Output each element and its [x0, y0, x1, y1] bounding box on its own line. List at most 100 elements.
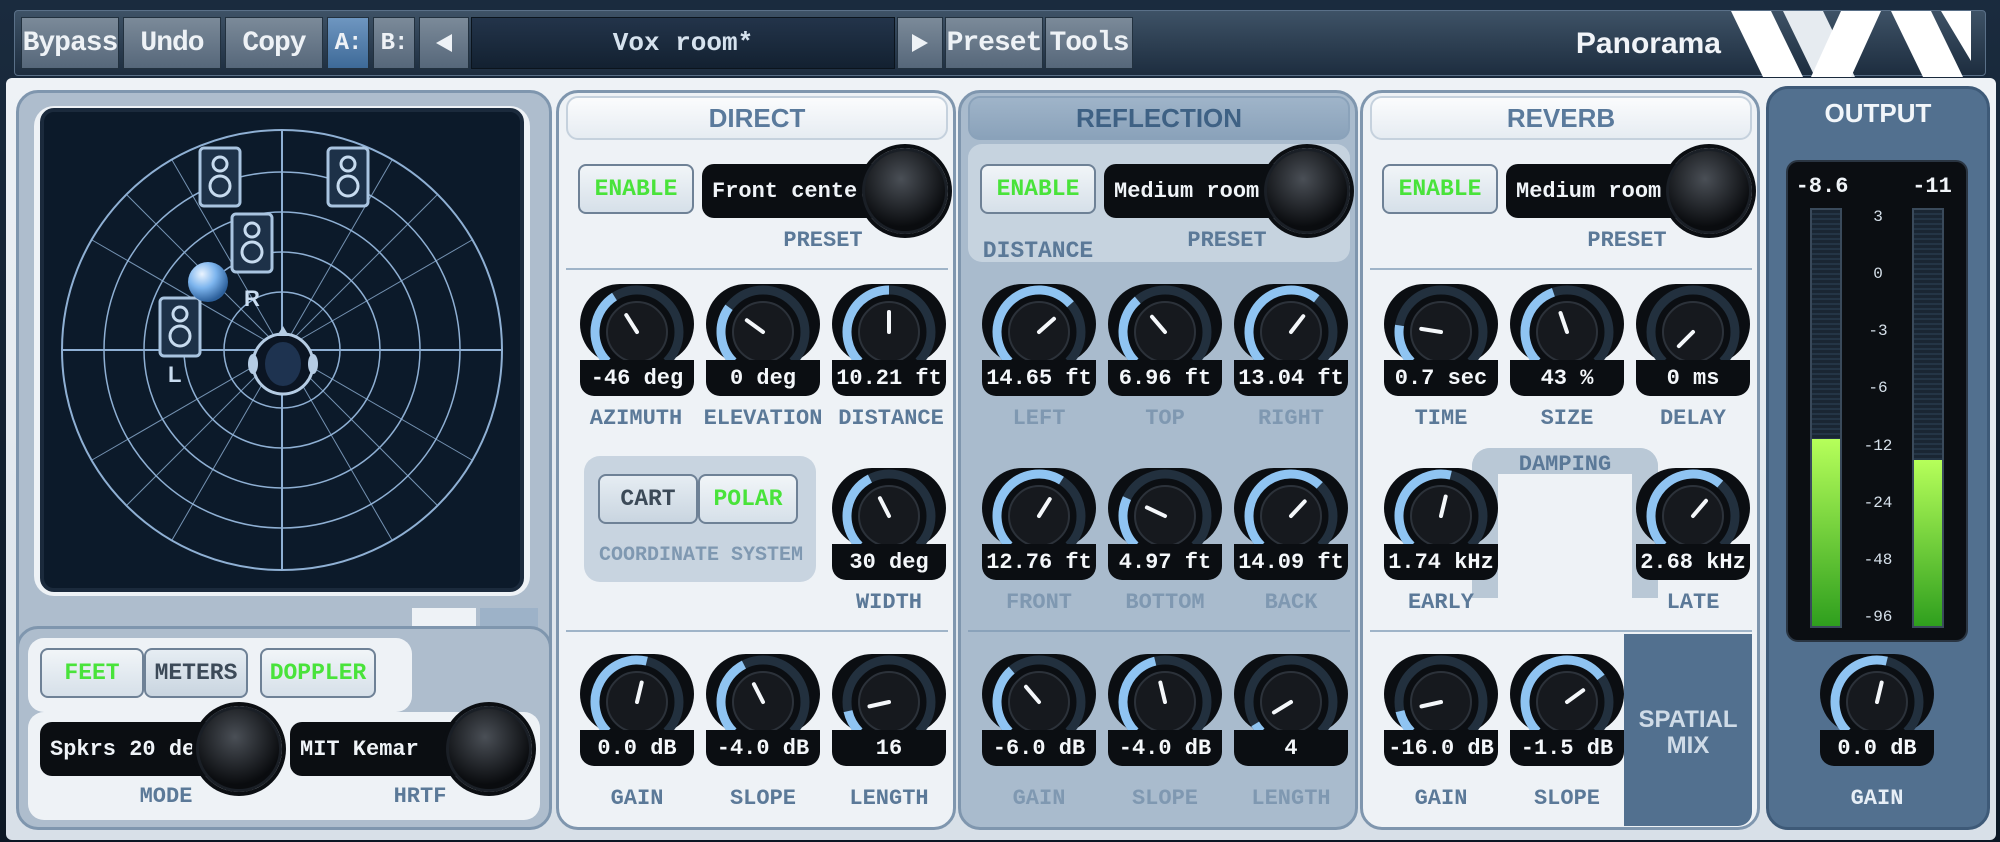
reflection-left-knob[interactable]: 14.65 ft	[982, 284, 1096, 402]
knob-dial	[580, 284, 694, 364]
knob-value[interactable]: -46 deg	[580, 360, 694, 396]
reflection-bottom-label: BOTTOM	[1125, 590, 1205, 615]
reverb-late-label: LATE	[1666, 590, 1720, 615]
preset-next-button[interactable]	[897, 17, 943, 69]
ab-b-button[interactable]: B:	[373, 17, 415, 69]
direct-enable-button[interactable]: ENABLE	[578, 164, 694, 214]
reverb-late-knob[interactable]: 2.68 kHz	[1636, 468, 1750, 586]
direct-gain-knob[interactable]: 0.0 dB	[580, 654, 694, 772]
knob-value[interactable]: 6.96 ft	[1108, 360, 1222, 396]
reverb-gain-label: GAIN	[1414, 786, 1468, 811]
width-knob[interactable]: 30 deg	[832, 468, 946, 586]
knob-value[interactable]: 12.76 ft	[982, 544, 1096, 580]
hrtf-knob[interactable]	[446, 706, 532, 792]
direct-gain-label: GAIN	[610, 786, 664, 811]
knob-value[interactable]: 30 deg	[832, 544, 946, 580]
waves-logo	[1731, 11, 1971, 77]
distance-knob[interactable]: 10.21 ft	[832, 284, 946, 402]
ab-a-button[interactable]: A:	[327, 17, 369, 69]
undo-button[interactable]: Undo	[123, 17, 221, 69]
doppler-button[interactable]: DOPPLER	[260, 648, 376, 698]
knob-dial	[832, 654, 946, 734]
knob-value[interactable]: 13.04 ft	[1234, 360, 1348, 396]
speaker-icon[interactable]	[198, 146, 242, 208]
top-view-display[interactable]: R L	[40, 108, 524, 592]
speaker-icon[interactable]	[158, 296, 202, 358]
knob-value[interactable]: 14.65 ft	[982, 360, 1096, 396]
cart-button[interactable]: CART	[598, 474, 698, 524]
meter-tick-label: 3	[1873, 208, 1883, 226]
knob-value[interactable]: 2.68 kHz	[1636, 544, 1750, 580]
knob-value[interactable]: -1.5 dB	[1510, 730, 1624, 766]
reverb-preset-knob[interactable]	[1666, 148, 1752, 234]
hrtf-field[interactable]: MIT Kemar	[290, 722, 470, 776]
meters-button[interactable]: METERS	[144, 648, 248, 698]
preset-name-display[interactable]: Vox room*	[471, 17, 895, 69]
reflection-length-knob[interactable]: 4	[1234, 654, 1348, 772]
reflection-slope-knob[interactable]: -4.0 dB	[1108, 654, 1222, 772]
reflection-top-knob[interactable]: 6.96 ft	[1108, 284, 1222, 402]
knob-value[interactable]: 16	[832, 730, 946, 766]
reflection-preset-knob[interactable]	[1264, 148, 1350, 234]
reverb-gain-knob[interactable]: -16.0 dB	[1384, 654, 1498, 772]
knob-dial	[982, 468, 1096, 548]
reflection-front-knob[interactable]: 12.76 ft	[982, 468, 1096, 586]
elevation-knob[interactable]: 0 deg	[706, 284, 820, 402]
reflection-gain-knob[interactable]: -6.0 dB	[982, 654, 1096, 772]
knob-value[interactable]: 1.74 kHz	[1384, 544, 1498, 580]
knob-value[interactable]: 0 ms	[1636, 360, 1750, 396]
reflection-right-knob[interactable]: 13.04 ft	[1234, 284, 1348, 402]
knob-value[interactable]: 43 %	[1510, 360, 1624, 396]
plugin-window: Bypass Undo Copy A: B: Vox room* Preset …	[0, 0, 2000, 842]
peak-left-readout[interactable]: -8.6	[1792, 174, 1852, 199]
knob-value[interactable]: -6.0 dB	[982, 730, 1096, 766]
direct-length-label: LENGTH	[849, 786, 929, 811]
output-title: OUTPUT	[1824, 98, 1932, 128]
reverb-early-knob[interactable]: 1.74 kHz	[1384, 468, 1498, 586]
reflection-enable-button[interactable]: ENABLE	[980, 164, 1096, 214]
feet-button[interactable]: FEET	[40, 648, 144, 698]
knob-value[interactable]: -16.0 dB	[1384, 730, 1498, 766]
knob-value[interactable]: -4.0 dB	[1108, 730, 1222, 766]
knob-value[interactable]: 4.97 ft	[1108, 544, 1222, 580]
knob-value[interactable]: 0.0 dB	[580, 730, 694, 766]
azimuth-knob[interactable]: -46 deg	[580, 284, 694, 402]
knob-value[interactable]: 0 deg	[706, 360, 820, 396]
knob-value[interactable]: -4.0 dB	[706, 730, 820, 766]
mode-knob[interactable]	[196, 706, 282, 792]
reverb-delay-knob[interactable]: 0 ms	[1636, 284, 1750, 402]
polar-button[interactable]: POLAR	[698, 474, 798, 524]
bypass-button[interactable]: Bypass	[21, 17, 119, 69]
direct-length-knob[interactable]: 16	[832, 654, 946, 772]
reverb-slope-knob[interactable]: -1.5 dB	[1510, 654, 1624, 772]
reflection-bottom-knob[interactable]: 4.97 ft	[1108, 468, 1222, 586]
speaker-icon[interactable]	[230, 212, 274, 274]
reverb-enable-button[interactable]: ENABLE	[1382, 164, 1498, 214]
reflection-slope-label: SLOPE	[1131, 786, 1198, 811]
tools-menu-button[interactable]: Tools	[1045, 17, 1133, 69]
knob-dial	[1108, 654, 1222, 734]
knob-value[interactable]: 10.21 ft	[832, 360, 946, 396]
knob-dial	[1636, 284, 1750, 364]
preset-prev-button[interactable]	[419, 17, 469, 69]
knob-value[interactable]: 0.0 dB	[1820, 730, 1934, 766]
copy-button[interactable]: Copy	[225, 17, 323, 69]
knob-value[interactable]: 14.09 ft	[1234, 544, 1348, 580]
knob-value[interactable]: 0.7 sec	[1384, 360, 1498, 396]
reverb-preset-label: PRESET	[1587, 228, 1667, 253]
output-gain-knob[interactable]: 0.0 dB	[1820, 654, 1934, 772]
knob-value[interactable]: 4	[1234, 730, 1348, 766]
preset-menu-button[interactable]: Preset	[945, 17, 1043, 69]
direct-preset-label: PRESET	[783, 228, 863, 253]
peak-right-readout[interactable]: -11	[1902, 174, 1962, 199]
reflection-back-knob[interactable]: 14.09 ft	[1234, 468, 1348, 586]
reverb-size-knob[interactable]: 43 %	[1510, 284, 1624, 402]
reverb-time-knob[interactable]: 0.7 sec	[1384, 284, 1498, 402]
direct-preset-knob[interactable]	[862, 148, 948, 234]
speaker-icon[interactable]	[326, 146, 370, 208]
sphere-icon[interactable]	[186, 260, 230, 304]
knob-dial	[706, 654, 820, 734]
meter-tick-label: -3	[1868, 322, 1888, 341]
distance-label: DISTANCE	[838, 406, 944, 431]
direct-slope-knob[interactable]: -4.0 dB	[706, 654, 820, 772]
